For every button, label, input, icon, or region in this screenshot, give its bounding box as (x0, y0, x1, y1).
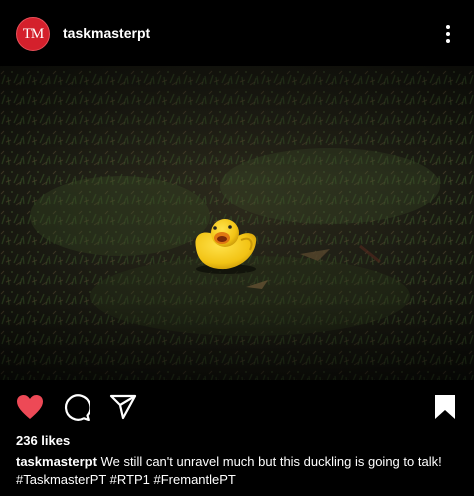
post-actions (0, 380, 474, 432)
avatar-monogram: TM (22, 25, 44, 42)
post-header: TM taskmasterpt (0, 0, 474, 66)
post-photo[interactable] (0, 66, 474, 380)
send-paper-plane-icon[interactable] (109, 394, 137, 420)
caption-username[interactable]: taskmasterpt (16, 454, 97, 469)
more-vertical-icon[interactable] (441, 24, 455, 44)
comment-bubble-icon[interactable] (63, 394, 90, 421)
caption-text: We still can't unravel much but this duc… (100, 454, 442, 469)
heart-filled-icon[interactable] (16, 394, 44, 420)
caption-hashtags[interactable]: #TaskmasterPT #RTP1 #FremantlePT (16, 472, 236, 487)
likes-count[interactable]: 236 likes (16, 433, 70, 448)
rubber-duck-on-grass-image (0, 66, 474, 380)
avatar[interactable]: TM (16, 17, 50, 51)
bookmark-filled-icon[interactable] (434, 394, 456, 420)
post-username[interactable]: taskmasterpt (63, 25, 150, 41)
post-caption: taskmasterpt We still can't unravel much… (16, 453, 466, 489)
